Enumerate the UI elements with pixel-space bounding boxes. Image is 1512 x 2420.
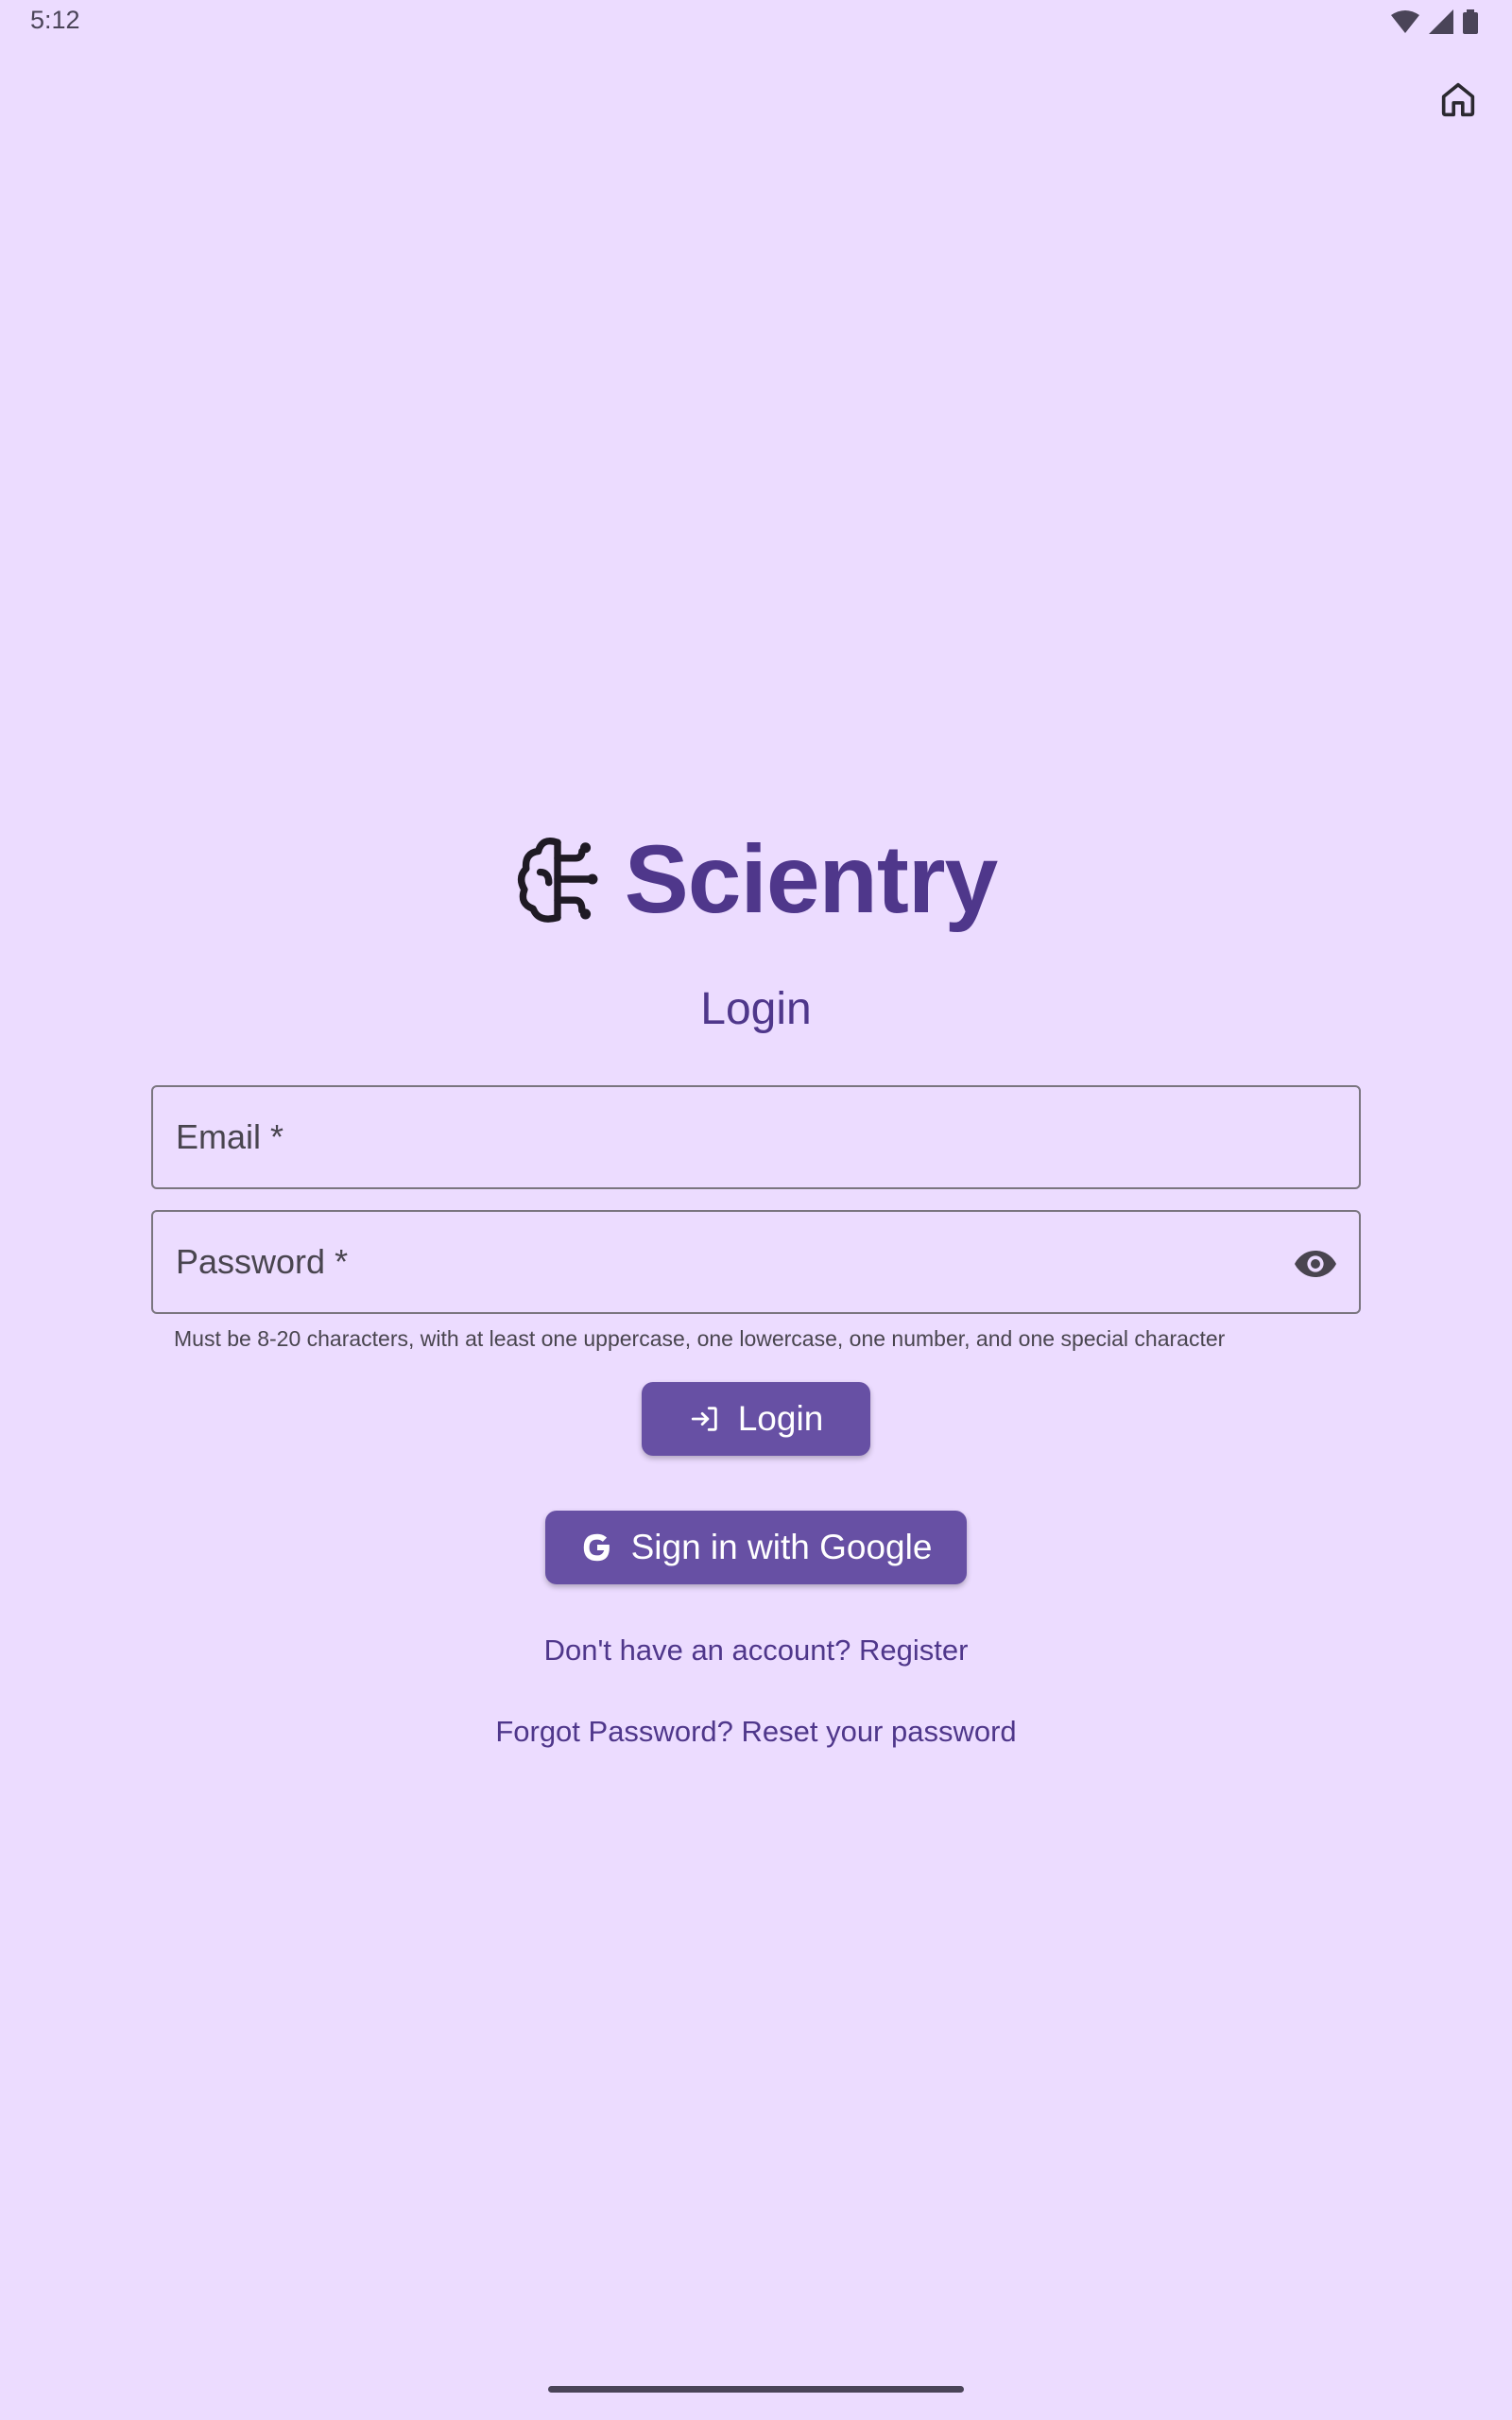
home-button[interactable] — [1429, 70, 1487, 129]
register-link[interactable]: Don't have an account? Register — [0, 1634, 1512, 1668]
app-name: Scientry — [624, 824, 999, 933]
google-icon — [583, 1533, 610, 1562]
battery-icon — [1463, 9, 1478, 34]
gesture-nav-handle[interactable] — [548, 2386, 964, 2393]
login-button-label: Login — [737, 1399, 824, 1438]
brand-header: Scientry — [0, 822, 1512, 936]
status-time: 5:12 — [30, 6, 80, 34]
email-input[interactable] — [153, 1087, 1359, 1187]
login-button[interactable]: Login — [642, 1382, 870, 1456]
password-field[interactable]: Password * — [151, 1210, 1361, 1314]
reset-password-link[interactable]: Forgot Password? Reset your password — [0, 1715, 1512, 1749]
wifi-icon — [1391, 10, 1419, 33]
signal-icon — [1429, 9, 1453, 34]
status-bar: 5:12 — [0, 0, 1512, 45]
status-icons — [1391, 9, 1478, 34]
page-title: Login — [700, 984, 812, 1034]
login-icon — [691, 1407, 717, 1431]
password-helper-text: Must be 8-20 characters, with at least o… — [174, 1326, 1226, 1351]
password-input[interactable] — [153, 1212, 1359, 1312]
google-signin-button[interactable]: Sign in with Google — [545, 1511, 967, 1584]
email-field[interactable]: Email * — [151, 1085, 1361, 1189]
eye-icon[interactable] — [1293, 1241, 1338, 1287]
home-icon — [1441, 82, 1475, 117]
login-screen: 5:12 Scientry Login Email * Password * M… — [0, 0, 1512, 2420]
brain-icon — [517, 838, 598, 923]
google-button-label: Sign in with Google — [630, 1528, 933, 1566]
